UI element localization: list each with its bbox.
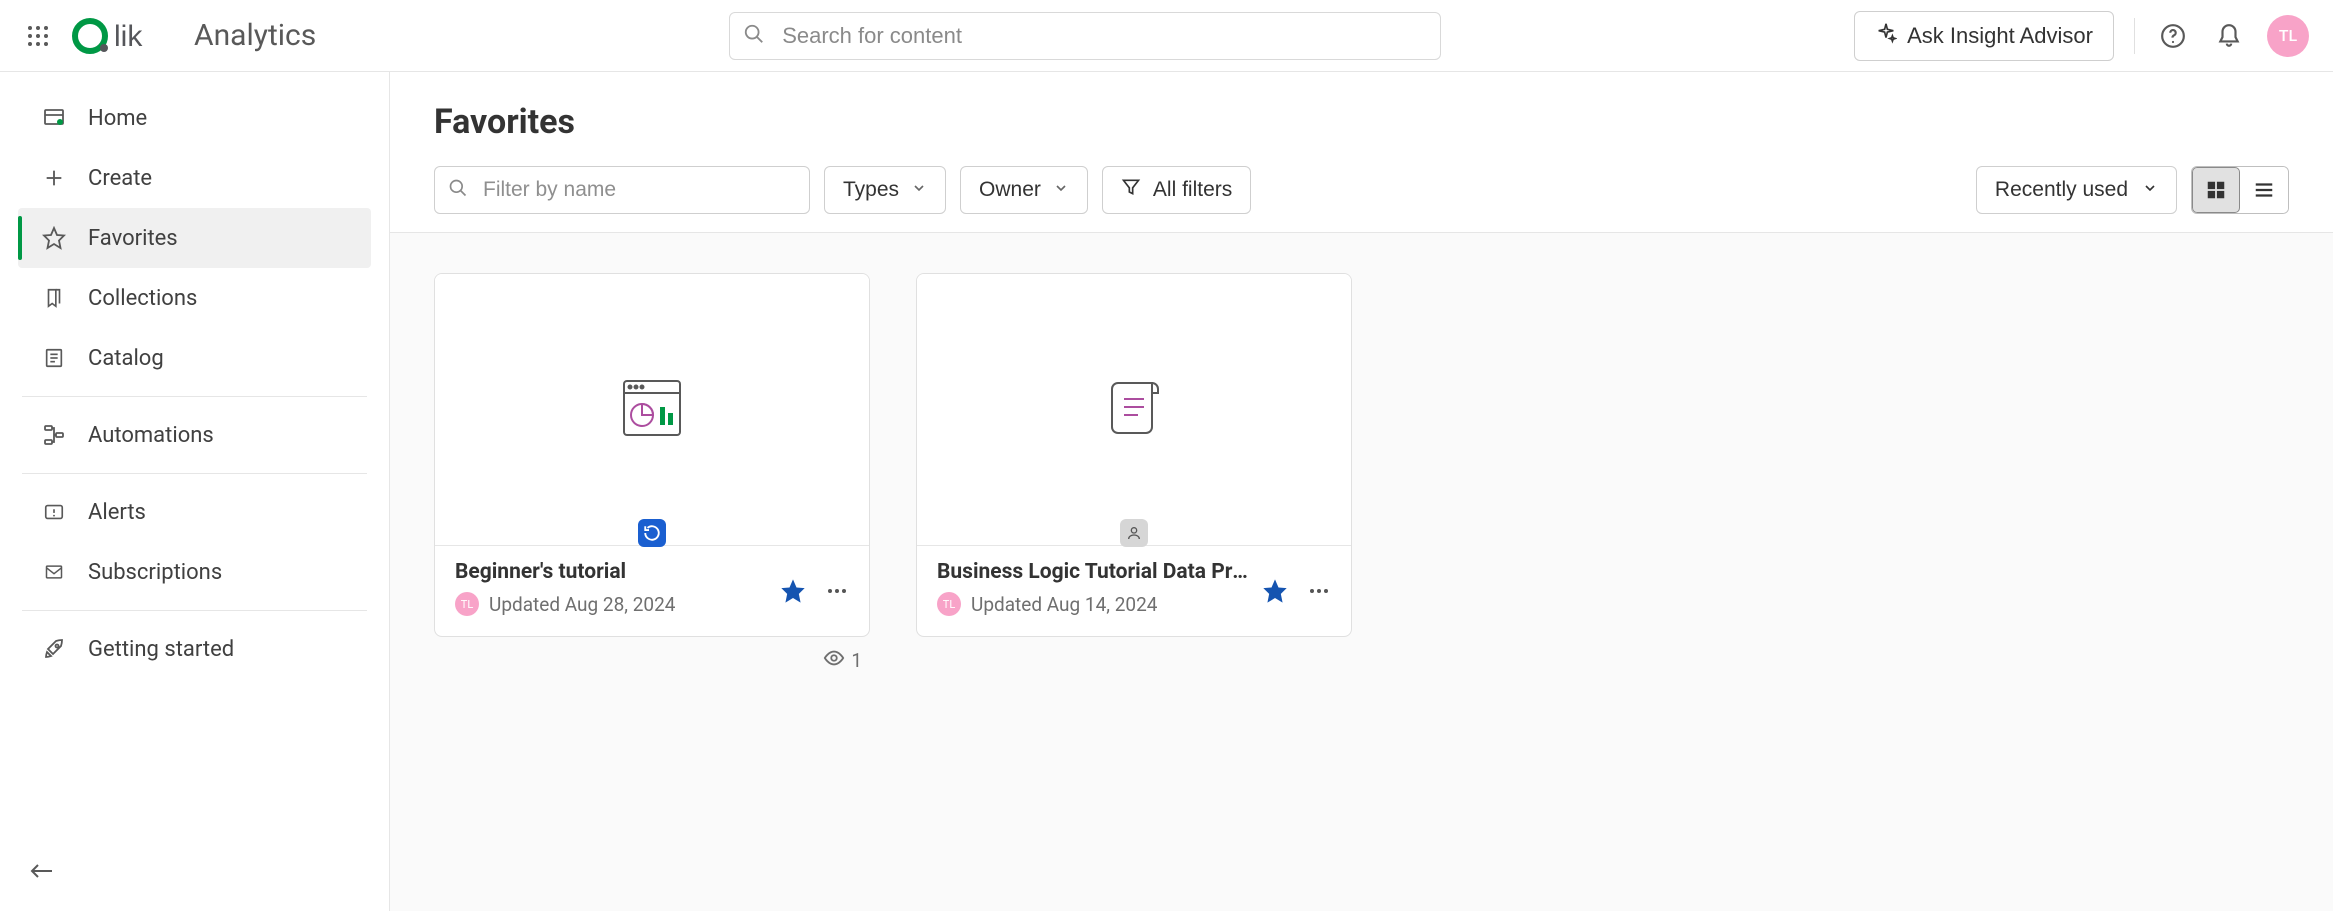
rocket-icon	[40, 637, 68, 661]
sidebar-item-home[interactable]: Home	[18, 88, 371, 148]
chevron-down-icon	[911, 178, 927, 202]
view-toggle	[2191, 166, 2289, 214]
sort-label: Recently used	[1995, 178, 2128, 202]
card-title: Business Logic Tutorial Data Prep	[937, 560, 1251, 584]
sidebar-item-label: Alerts	[88, 500, 146, 525]
sidebar-item-subscriptions[interactable]: Subscriptions	[18, 542, 371, 602]
card-more-button[interactable]	[1307, 579, 1331, 607]
sidebar-item-label: Getting started	[88, 637, 234, 662]
favorite-card[interactable]: Business Logic Tutorial Data Prep TL Upd…	[916, 273, 1352, 637]
personal-badge-icon	[1120, 519, 1148, 547]
main: Favorites Types Owner	[390, 72, 2333, 911]
sidebar-item-label: Automations	[88, 423, 214, 448]
topbar: lik Analytics Ask Insight Advisor	[0, 0, 2333, 72]
search-input[interactable]	[729, 12, 1441, 60]
views-count: 1	[851, 649, 862, 672]
card-updated: Updated Aug 14, 2024	[971, 593, 1157, 616]
catalog-icon	[40, 346, 68, 370]
card-updated: Updated Aug 28, 2024	[489, 593, 675, 616]
card-more-button[interactable]	[825, 579, 849, 607]
star-icon	[40, 226, 68, 250]
filter-by-name-input[interactable]	[434, 166, 810, 214]
sort-button[interactable]: Recently used	[1976, 166, 2177, 214]
owner-avatar: TL	[455, 592, 479, 616]
filter-row: Types Owner All filters Recently use	[390, 142, 2333, 232]
types-label: Types	[843, 178, 899, 202]
svg-text:lik: lik	[114, 20, 143, 53]
eye-icon	[823, 647, 845, 674]
divider	[22, 396, 367, 397]
global-search[interactable]	[729, 12, 1441, 60]
app-launcher-icon[interactable]	[24, 22, 52, 50]
grid-view-button[interactable]	[2192, 167, 2240, 213]
home-icon	[40, 106, 68, 130]
app-thumbnail-icon	[620, 377, 684, 443]
owner-filter-button[interactable]: Owner	[960, 166, 1088, 214]
all-filters-button[interactable]: All filters	[1102, 166, 1251, 214]
sidebar-item-label: Create	[88, 166, 152, 191]
favorite-toggle[interactable]	[779, 577, 807, 609]
page-title: Favorites	[434, 102, 2289, 142]
sidebar-item-getting-started[interactable]: Getting started	[18, 619, 371, 679]
bookmark-icon	[40, 286, 68, 310]
ask-insight-advisor-button[interactable]: Ask Insight Advisor	[1854, 11, 2114, 61]
reload-badge-icon	[638, 519, 666, 547]
card-grid: Beginner's tutorial TL Updated Aug 28, 2…	[390, 232, 2333, 911]
chevron-down-icon	[2142, 178, 2158, 202]
qlik-logo-icon: lik	[70, 16, 180, 56]
sidebar-item-label: Subscriptions	[88, 560, 222, 585]
owner-avatar: TL	[937, 592, 961, 616]
alert-icon	[40, 501, 68, 523]
collapse-sidebar-button[interactable]	[28, 866, 54, 885]
favorite-toggle[interactable]	[1261, 577, 1289, 609]
product-name: Analytics	[194, 18, 316, 53]
favorite-card[interactable]: Beginner's tutorial TL Updated Aug 28, 2…	[434, 273, 870, 637]
card-title: Beginner's tutorial	[455, 560, 769, 584]
sidebar-item-label: Favorites	[88, 226, 178, 251]
mail-icon	[40, 562, 68, 582]
sidebar-item-label: Catalog	[88, 346, 164, 371]
sidebar-item-label: Home	[88, 106, 147, 131]
user-avatar[interactable]: TL	[2267, 15, 2309, 57]
sidebar-item-alerts[interactable]: Alerts	[18, 482, 371, 542]
types-filter-button[interactable]: Types	[824, 166, 946, 214]
filter-icon	[1121, 177, 1141, 203]
all-filters-label: All filters	[1153, 178, 1232, 202]
sidebar-item-catalog[interactable]: Catalog	[18, 328, 371, 388]
sidebar-item-create[interactable]: Create	[18, 148, 371, 208]
script-thumbnail-icon	[1104, 377, 1164, 443]
chevron-down-icon	[1053, 178, 1069, 202]
divider	[22, 610, 367, 611]
divider	[22, 473, 367, 474]
sidebar-item-collections[interactable]: Collections	[18, 268, 371, 328]
divider	[2134, 18, 2135, 54]
help-button[interactable]	[2155, 18, 2191, 54]
card-thumbnail	[435, 274, 869, 546]
search-icon	[448, 178, 468, 202]
sidebar-item-automations[interactable]: Automations	[18, 405, 371, 465]
sidebar-item-favorites[interactable]: Favorites	[18, 208, 371, 268]
sidebar-item-label: Collections	[88, 286, 197, 311]
plus-icon	[40, 167, 68, 189]
card-views: 1	[434, 637, 870, 674]
owner-label: Owner	[979, 178, 1041, 202]
sparkle-icon	[1875, 22, 1897, 50]
automations-icon	[40, 423, 68, 447]
notifications-button[interactable]	[2211, 18, 2247, 54]
sidebar: Home Create Favorites Collections	[0, 72, 390, 911]
list-view-button[interactable]	[2240, 167, 2288, 213]
brand[interactable]: lik Analytics	[70, 16, 316, 56]
search-icon	[743, 23, 765, 49]
card-thumbnail	[917, 274, 1351, 546]
ask-insight-advisor-label: Ask Insight Advisor	[1907, 23, 2093, 49]
